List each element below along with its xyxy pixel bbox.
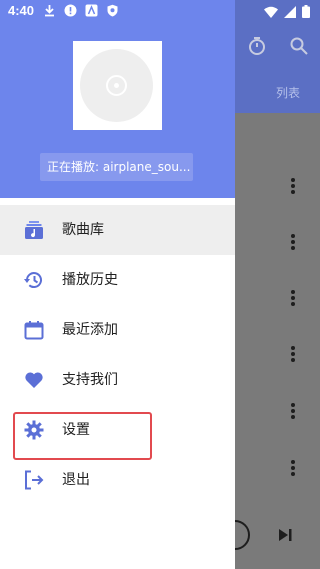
menu-label: 播放历史 xyxy=(62,272,118,288)
drawer-menu: 歌曲库 播放历史 最近添加 支持我们 设置 退出 xyxy=(0,205,235,505)
battery-icon xyxy=(302,5,310,18)
shield-icon xyxy=(107,4,118,17)
skip-next-icon[interactable] xyxy=(277,527,293,543)
now-playing-label[interactable]: 正在播放: airplane_sou... xyxy=(40,153,193,181)
text-app-icon xyxy=(85,4,98,17)
menu-label: 歌曲库 xyxy=(62,222,104,238)
disc-icon xyxy=(80,49,153,122)
download-icon xyxy=(45,5,54,17)
heart-icon xyxy=(25,372,43,388)
more-options-icon[interactable] xyxy=(285,458,301,478)
more-options-icon[interactable] xyxy=(285,288,301,308)
more-options-icon[interactable] xyxy=(285,176,301,196)
tab-list[interactable]: 列表 xyxy=(276,84,300,101)
menu-label: 最近添加 xyxy=(62,322,118,338)
menu-label: 退出 xyxy=(62,472,90,488)
drawer-header: 正在播放: airplane_sou... xyxy=(0,0,235,198)
menu-item-library[interactable]: 歌曲库 xyxy=(0,205,235,255)
menu-item-exit[interactable]: 退出 xyxy=(0,455,235,505)
status-time: 4:40 xyxy=(8,3,35,18)
calendar-icon xyxy=(24,321,44,340)
status-bar: 4:40 xyxy=(0,0,320,24)
more-options-icon[interactable] xyxy=(285,344,301,364)
alert-icon xyxy=(64,4,77,17)
menu-item-recently-added[interactable]: 最近添加 xyxy=(0,305,235,355)
search-icon[interactable] xyxy=(289,36,309,56)
navigation-drawer: 正在播放: airplane_sou... 歌曲库 播放历史 最近添加 支持我们… xyxy=(0,0,235,569)
highlight-annotation xyxy=(13,412,152,460)
menu-item-support-us[interactable]: 支持我们 xyxy=(0,355,235,405)
album-art[interactable] xyxy=(73,41,162,130)
wifi-icon xyxy=(264,6,278,18)
menu-item-history[interactable]: 播放历史 xyxy=(0,255,235,305)
timer-icon[interactable] xyxy=(247,36,267,56)
library-icon xyxy=(25,221,43,239)
more-options-icon[interactable] xyxy=(285,232,301,252)
more-options-icon[interactable] xyxy=(285,401,301,421)
history-icon xyxy=(24,272,42,288)
exit-icon xyxy=(25,470,44,490)
signal-icon xyxy=(284,5,296,18)
menu-label: 支持我们 xyxy=(62,372,118,388)
